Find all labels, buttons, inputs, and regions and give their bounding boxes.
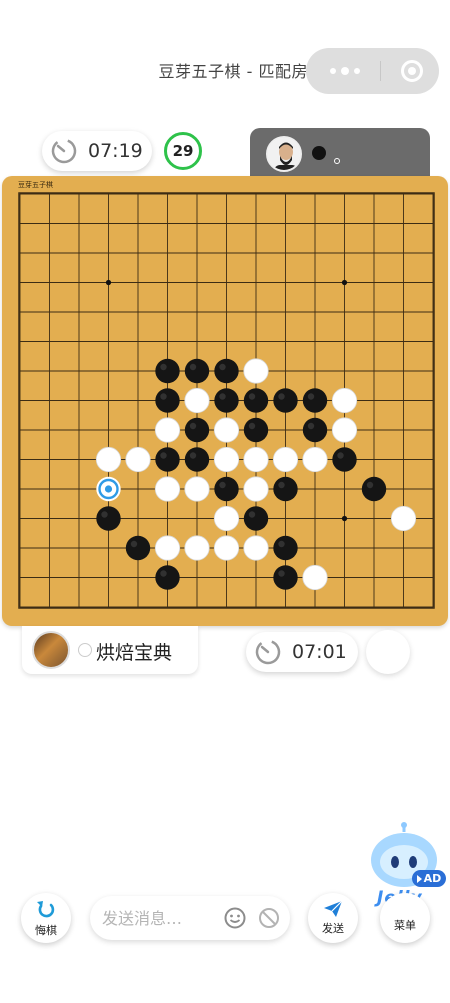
black-stone — [273, 476, 298, 502]
player-stone-indicator — [78, 643, 92, 657]
black-stone — [214, 388, 239, 413]
send-label: 发送 — [322, 922, 344, 935]
star-point — [105, 279, 112, 286]
black-stone — [243, 417, 269, 443]
send-button[interactable]: 发送 — [308, 893, 358, 943]
stone-highlight — [278, 570, 285, 577]
stone-highlight — [101, 511, 108, 518]
white-stone — [302, 446, 328, 473]
black-stone — [184, 417, 210, 443]
last-move-dot — [104, 485, 113, 493]
undo-arrow-icon — [37, 901, 55, 918]
stone-highlight — [219, 363, 226, 371]
white-stone — [154, 476, 181, 502]
black-stone — [302, 417, 328, 443]
stone-highlight — [307, 422, 315, 430]
black-stone — [243, 388, 269, 413]
stone-highlight — [248, 422, 256, 430]
stone-highlight — [337, 452, 344, 459]
player-name: 烘焙宝典 — [96, 642, 173, 664]
white-stone — [243, 476, 269, 502]
white-stone — [302, 564, 328, 591]
black-stone — [155, 388, 180, 413]
gomoku-board[interactable] — [0, 0, 450, 640]
stone-highlight — [278, 481, 285, 489]
black-stone — [155, 358, 180, 384]
menu-button[interactable]: 菜单 — [380, 893, 430, 943]
white-stone — [243, 535, 269, 561]
stone-highlight — [189, 422, 197, 430]
black-stone — [155, 565, 180, 590]
menu-label: 菜单 — [394, 919, 416, 932]
stone-highlight — [160, 363, 167, 371]
black-stone — [125, 535, 151, 561]
undo-label: 悔棋 — [35, 924, 57, 937]
black-stone — [155, 447, 180, 472]
stone-highlight — [307, 393, 315, 400]
smiley-icon[interactable] — [224, 907, 246, 929]
player-tab: 烘焙宝典 — [22, 626, 198, 674]
star-point — [341, 515, 348, 522]
stone-highlight — [248, 393, 256, 400]
white-stone — [331, 387, 358, 414]
ad-badge[interactable]: AD — [412, 870, 446, 887]
stone-highlight — [278, 393, 285, 400]
black-stone — [332, 447, 357, 472]
black-stone — [96, 506, 121, 531]
white-stone — [154, 417, 181, 443]
stone-highlight — [219, 481, 226, 489]
stone-highlight — [278, 540, 285, 548]
message-bar — [90, 896, 290, 940]
paper-plane-icon — [324, 900, 343, 917]
white-stone — [154, 535, 181, 561]
black-stone — [214, 476, 239, 502]
white-stone — [243, 358, 269, 384]
black-stone — [273, 565, 298, 590]
player-timer: 07:01 — [246, 632, 358, 672]
timer-icon — [255, 639, 281, 665]
white-stone — [390, 505, 417, 532]
message-input[interactable] — [102, 906, 222, 930]
star-point — [341, 279, 348, 286]
black-stone — [361, 476, 387, 502]
stone-highlight — [160, 393, 167, 400]
white-stone — [213, 535, 240, 561]
white-stone — [125, 446, 151, 473]
ad-label: AD — [423, 872, 442, 885]
black-stone — [214, 358, 239, 384]
white-stone — [243, 446, 269, 473]
white-stone — [331, 417, 358, 443]
stone-highlight — [160, 570, 167, 577]
black-stone — [243, 506, 269, 531]
undo-button[interactable]: 悔棋 — [21, 893, 71, 943]
white-stone — [213, 505, 240, 532]
black-stone — [273, 388, 298, 413]
white-stone — [184, 387, 210, 414]
stone-highlight — [219, 393, 226, 400]
white-stone — [95, 446, 122, 473]
white-stone — [213, 417, 240, 443]
no-entry-icon[interactable] — [258, 907, 280, 929]
white-stone — [184, 476, 210, 502]
white-stone — [184, 535, 210, 561]
stone-highlight — [248, 511, 256, 518]
white-stone — [272, 446, 299, 473]
stone-highlight — [189, 363, 197, 371]
white-stone — [213, 446, 240, 473]
stone-highlight — [366, 481, 374, 489]
black-stone — [184, 358, 210, 384]
stone-highlight — [189, 452, 197, 459]
player-avatar[interactable] — [32, 631, 70, 669]
player-timer-value: 07:01 — [292, 641, 347, 663]
stone-highlight — [160, 452, 167, 459]
black-stone — [302, 388, 328, 413]
black-stone — [273, 535, 298, 561]
stone-highlight — [130, 540, 138, 548]
black-stone — [184, 447, 210, 472]
emote-slot[interactable] — [366, 630, 410, 674]
